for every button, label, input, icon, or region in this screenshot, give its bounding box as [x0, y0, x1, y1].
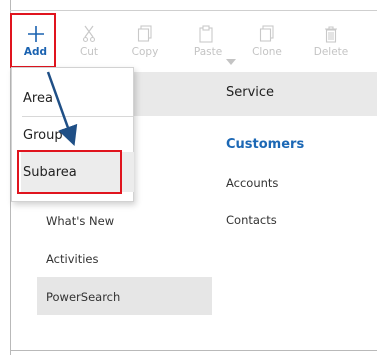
annotation-arrow: [46, 71, 78, 147]
